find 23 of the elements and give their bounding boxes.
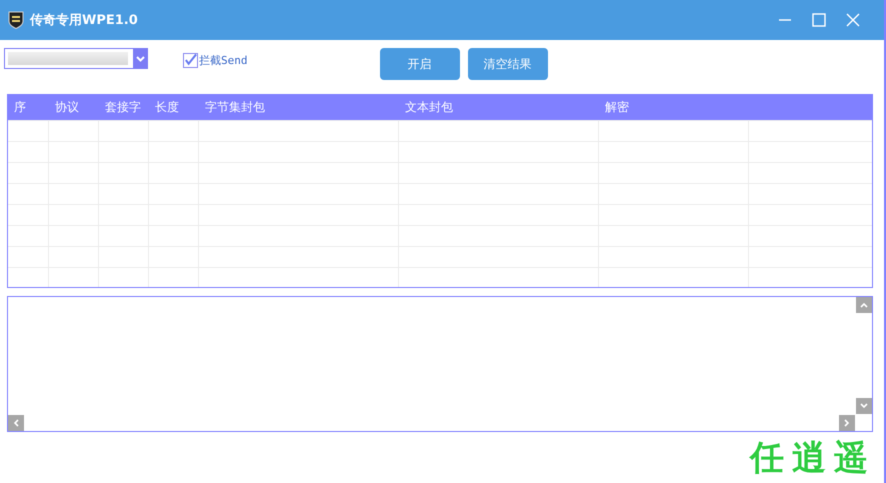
column-header: 文本封包: [404, 99, 454, 116]
column-header: 解密: [604, 99, 630, 116]
close-icon[interactable]: [846, 13, 860, 27]
column-header: 长度: [154, 99, 180, 116]
column-header: 字节集封包: [204, 99, 266, 116]
shield-logo-icon: [8, 11, 24, 29]
maximize-icon[interactable]: [812, 13, 826, 27]
brand-text: 任逍遥: [750, 436, 876, 480]
scroll-right-icon[interactable]: [839, 415, 855, 431]
checkbox[interactable]: [183, 53, 198, 68]
action-button[interactable]: 清空结果: [468, 48, 548, 80]
window-title: 传奇专用WPE1.0: [30, 12, 139, 29]
dropdown-field[interactable]: [4, 48, 148, 69]
checkbox-label: 拦截Send: [199, 53, 248, 68]
column-header: 序: [13, 99, 27, 116]
chevron-down-icon: [136, 56, 144, 62]
output-text-area[interactable]: [7, 296, 873, 432]
scroll-up-icon[interactable]: [856, 297, 872, 313]
action-button[interactable]: 开启: [380, 48, 460, 80]
scroll-down-icon[interactable]: [856, 398, 872, 414]
column-header: 套接字: [104, 99, 142, 116]
column-header: 协议: [54, 99, 80, 116]
scroll-left-icon[interactable]: [8, 415, 24, 431]
